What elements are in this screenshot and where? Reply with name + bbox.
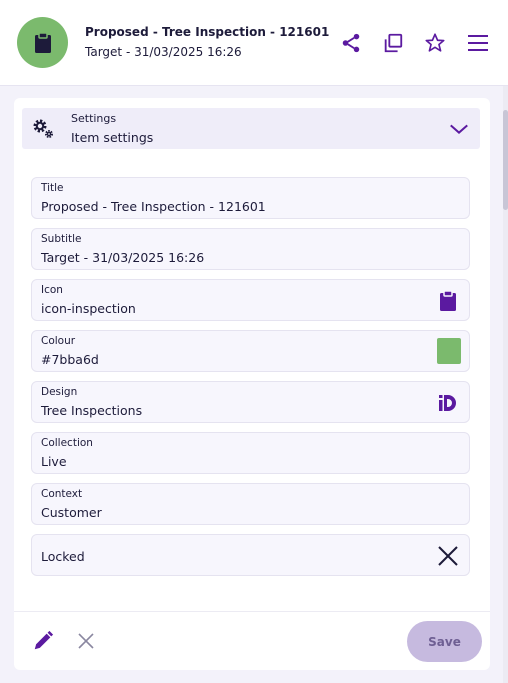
design-field-label: Design	[41, 386, 78, 398]
title-field-value[interactable]: Proposed - Tree Inspection - 121601	[41, 199, 266, 214]
item-settings-card: Settings Item settings Title Proposed - …	[14, 98, 490, 670]
locked-field-label: Locked	[41, 549, 85, 564]
menu-icon	[468, 35, 488, 51]
collection-field-value[interactable]: Live	[41, 454, 67, 469]
subtitle-field-value[interactable]: Target - 31/03/2025 16:26	[41, 250, 204, 265]
design-logo-icon	[439, 395, 456, 411]
menu-button[interactable]	[465, 30, 491, 56]
star-icon	[425, 33, 445, 52]
share-icon	[342, 33, 360, 53]
collection-field[interactable]: Collection Live	[31, 432, 470, 474]
settings-title: Item settings	[71, 130, 154, 145]
clipboard-icon	[440, 290, 456, 311]
share-button[interactable]	[338, 30, 364, 56]
title-field-label: Title	[41, 182, 64, 194]
pencil-icon[interactable]	[32, 630, 54, 652]
colour-swatch-wrap[interactable]	[437, 338, 461, 364]
footer-divider	[14, 611, 490, 612]
favourite-button[interactable]	[422, 30, 448, 56]
chevron-down-icon[interactable]	[448, 118, 470, 140]
save-button[interactable]: Save	[407, 621, 482, 662]
app-header: Proposed - Tree Inspection - 121601 Targ…	[0, 0, 508, 86]
colour-field-label: Colour	[41, 335, 76, 347]
item-avatar	[17, 17, 68, 68]
context-field[interactable]: Context Customer	[31, 483, 470, 525]
subtitle-field-label: Subtitle	[41, 233, 82, 245]
settings-label: Settings	[71, 112, 117, 125]
page-subtitle: Target - 31/03/2025 16:26	[85, 45, 242, 59]
page-title: Proposed - Tree Inspection - 121601	[85, 25, 330, 39]
colour-field[interactable]: Colour #7bba6d	[31, 330, 470, 372]
locked-field[interactable]: Locked	[31, 534, 470, 576]
locked-toggle[interactable]	[436, 544, 460, 568]
icon-field-label: Icon	[41, 284, 63, 296]
duplicate-button[interactable]	[380, 30, 406, 56]
gears-icon	[33, 119, 53, 138]
design-field-value[interactable]: Tree Inspections	[41, 403, 142, 418]
design-logo	[436, 391, 460, 415]
cancel-icon[interactable]	[76, 631, 96, 651]
colour-field-value[interactable]: #7bba6d	[41, 352, 99, 367]
context-field-label: Context	[41, 488, 83, 500]
clipboard-icon	[34, 31, 51, 53]
icon-field-value[interactable]: icon-inspection	[41, 301, 136, 316]
icon-preview	[436, 289, 460, 313]
settings-section-header[interactable]: Settings Item settings	[22, 108, 480, 149]
copy-icon	[384, 33, 403, 53]
scrollbar-thumb[interactable]	[503, 110, 508, 210]
collection-field-label: Collection	[41, 437, 93, 449]
subtitle-field[interactable]: Subtitle Target - 31/03/2025 16:26	[31, 228, 470, 270]
title-field[interactable]: Title Proposed - Tree Inspection - 12160…	[31, 177, 470, 219]
context-field-value[interactable]: Customer	[41, 505, 102, 520]
icon-field[interactable]: Icon icon-inspection	[31, 279, 470, 321]
close-icon	[438, 546, 458, 566]
colour-swatch[interactable]	[437, 338, 461, 364]
design-field[interactable]: Design Tree Inspections	[31, 381, 470, 423]
